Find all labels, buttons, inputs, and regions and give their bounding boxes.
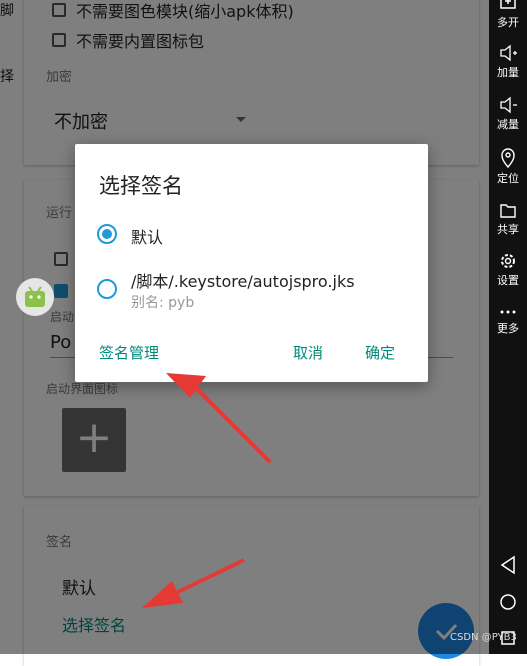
more-icon bbox=[500, 310, 516, 314]
location-icon bbox=[501, 148, 515, 168]
volume-down-icon bbox=[500, 96, 517, 114]
sidebar-label: 更多 bbox=[497, 322, 519, 335]
sidebar-label: 减量 bbox=[497, 118, 519, 131]
watermark: CSDN @PYB3 bbox=[450, 632, 517, 643]
location-button[interactable]: 定位 bbox=[489, 148, 527, 186]
more-button[interactable]: 更多 bbox=[489, 306, 527, 336]
folder-icon bbox=[500, 204, 516, 218]
back-icon[interactable] bbox=[498, 555, 518, 575]
sidebar-label: 加量 bbox=[497, 66, 519, 79]
sidebar-label: 多开 bbox=[497, 16, 519, 29]
multi-open-icon bbox=[500, 0, 516, 9]
sidebar-label: 设置 bbox=[497, 274, 519, 287]
annotation-arrows bbox=[142, 373, 272, 608]
arrow-to-choose-signature bbox=[142, 558, 245, 608]
emulator-sidebar: 多开 加量 减量 定位 共享 设置 更多 bbox=[489, 0, 527, 654]
sidebar-label: 共享 bbox=[497, 223, 519, 236]
volume-up-icon bbox=[500, 44, 517, 62]
multi-open-button[interactable]: 多开 bbox=[489, 0, 527, 30]
share-button[interactable]: 共享 bbox=[489, 201, 527, 237]
home-icon[interactable] bbox=[498, 592, 518, 612]
arrow-to-manage-button bbox=[166, 373, 272, 464]
volume-up-button[interactable]: 加量 bbox=[489, 44, 527, 80]
settings-icon bbox=[501, 254, 515, 268]
settings-button[interactable]: 设置 bbox=[489, 252, 527, 288]
sidebar-label: 定位 bbox=[497, 172, 519, 185]
volume-down-button[interactable]: 减量 bbox=[489, 96, 527, 132]
